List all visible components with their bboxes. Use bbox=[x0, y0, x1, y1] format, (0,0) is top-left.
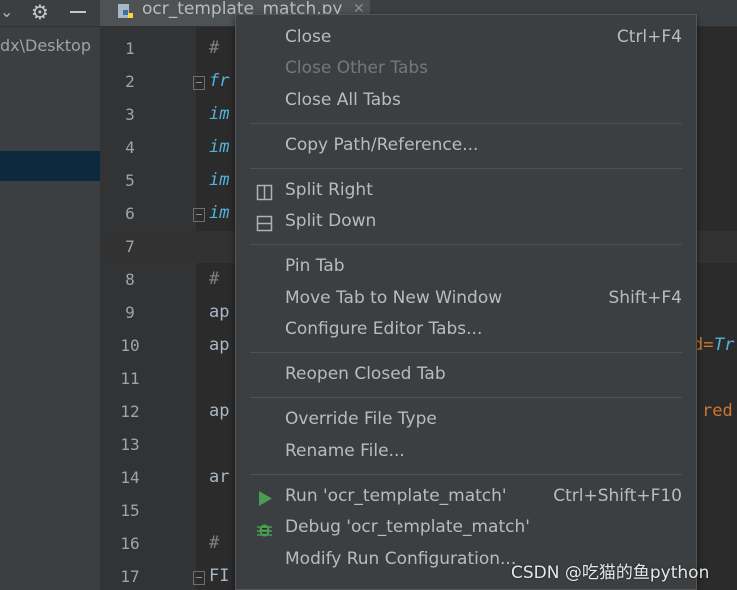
code-line-8[interactable]: # bbox=[209, 269, 219, 289]
code-line-14[interactable]: ar bbox=[209, 467, 229, 487]
menu-item-rename-file[interactable]: Rename File... bbox=[236, 438, 696, 468]
menu-item-split-down[interactable]: Split Down bbox=[236, 208, 696, 238]
menu-item-move-tab-new-window[interactable]: Move Tab to New Window Shift+F4 bbox=[236, 285, 696, 315]
run-icon bbox=[259, 491, 272, 506]
menu-item-split-right[interactable]: Split Right bbox=[236, 177, 696, 207]
menu-item-reopen-closed-tab[interactable]: Reopen Closed Tab bbox=[236, 361, 696, 391]
line-number: 16 bbox=[120, 534, 140, 553]
menu-separator bbox=[250, 474, 682, 475]
menu-item-close[interactable]: Close Ctrl+F4 bbox=[236, 24, 696, 54]
project-toolbar: ⌄ ⚙ bbox=[0, 0, 100, 27]
line-number: 8 bbox=[125, 270, 135, 289]
fold-icon[interactable] bbox=[193, 208, 205, 222]
line-number: 4 bbox=[125, 138, 135, 157]
project-pane: ⌄ ⚙ dx\Desktop bbox=[0, 0, 100, 590]
fold-icon[interactable] bbox=[193, 571, 205, 585]
line-number: 14 bbox=[120, 468, 140, 487]
code-fragment-red: red bbox=[702, 401, 733, 421]
fold-icon[interactable] bbox=[193, 76, 205, 90]
csdn-watermark: CSDN @吃猫的鱼python bbox=[511, 563, 710, 583]
code-line-3[interactable]: im bbox=[209, 104, 229, 124]
code-line-12[interactable]: ap bbox=[209, 401, 229, 421]
project-path: dx\Desktop bbox=[0, 36, 91, 55]
code-line-17[interactable]: FI bbox=[209, 566, 229, 586]
menu-item-copy-path[interactable]: Copy Path/Reference... bbox=[236, 132, 696, 162]
split-right-icon bbox=[256, 184, 273, 201]
split-down-icon bbox=[256, 215, 273, 232]
debug-icon bbox=[257, 524, 272, 537]
code-fragment-true: Tr bbox=[714, 335, 735, 355]
line-number: 1 bbox=[125, 39, 135, 58]
menu-item-run[interactable]: Run 'ocr_template_match' Ctrl+Shift+F10 bbox=[236, 483, 696, 513]
project-tree-selected-row[interactable] bbox=[0, 151, 100, 181]
line-number: 12 bbox=[120, 402, 140, 421]
line-number: 13 bbox=[120, 435, 140, 454]
line-number: 5 bbox=[125, 171, 135, 190]
gear-icon[interactable]: ⚙ bbox=[31, 0, 49, 24]
code-line-2[interactable]: fr bbox=[209, 71, 229, 91]
python-file-icon bbox=[118, 4, 133, 18]
line-number: 17 bbox=[120, 567, 140, 586]
code-line-16[interactable]: # bbox=[209, 533, 219, 553]
menu-item-debug[interactable]: Debug 'ocr_template_match' bbox=[236, 514, 696, 544]
line-number: 10 bbox=[120, 336, 140, 355]
menu-separator bbox=[250, 123, 682, 124]
code-line-9[interactable]: ap bbox=[209, 302, 229, 322]
line-number: 11 bbox=[120, 369, 140, 388]
menu-separator bbox=[250, 352, 682, 353]
menu-item-close-other-tabs: Close Other Tabs bbox=[285, 58, 429, 78]
line-number: 3 bbox=[125, 105, 135, 124]
line-number: 15 bbox=[120, 501, 140, 520]
menu-separator bbox=[250, 397, 682, 398]
menu-item-pin-tab[interactable]: Pin Tab bbox=[236, 253, 696, 283]
menu-item-close-all-tabs[interactable]: Close All Tabs bbox=[236, 87, 696, 117]
code-line-1[interactable]: # bbox=[209, 38, 219, 58]
menu-separator bbox=[250, 168, 682, 169]
menu-item-override-file-type[interactable]: Override File Type bbox=[236, 406, 696, 436]
chevron-left-icon[interactable]: ⌄ bbox=[0, 2, 13, 21]
code-line-10[interactable]: ap bbox=[209, 335, 229, 355]
code-line-4[interactable]: im bbox=[209, 137, 229, 157]
code-line-6[interactable]: im bbox=[209, 203, 229, 223]
line-number: 9 bbox=[125, 303, 135, 322]
tab-context-menu: Close Ctrl+F4 Close Other Tabs Close All… bbox=[235, 14, 697, 590]
menu-item-configure-editor-tabs[interactable]: Configure Editor Tabs... bbox=[236, 316, 696, 346]
code-line-5[interactable]: im bbox=[209, 170, 229, 190]
line-number: 6 bbox=[125, 204, 135, 223]
line-number: 2 bbox=[125, 72, 135, 91]
minimize-icon[interactable] bbox=[70, 11, 86, 13]
line-number: 7 bbox=[125, 237, 135, 256]
menu-separator bbox=[250, 244, 682, 245]
